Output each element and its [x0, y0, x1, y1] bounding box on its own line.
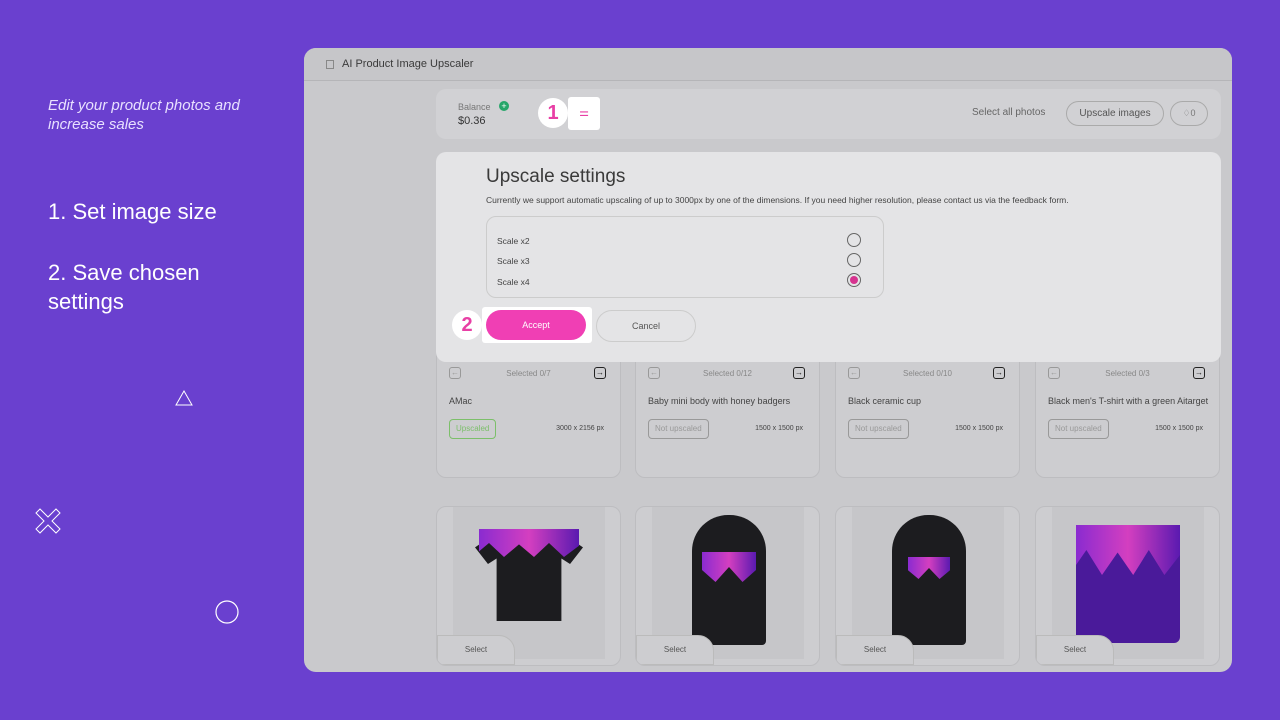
cancel-button[interactable]: Cancel	[596, 310, 696, 342]
app-window: AI Product Image Upscaler Balance + $0.3…	[304, 48, 1232, 672]
scale-options: Scale x2 Scale x3 Scale x4	[486, 216, 884, 298]
status-badge: Upscaled	[449, 419, 497, 439]
notifications-count: 0	[1190, 108, 1196, 118]
app-title: AI Product Image Upscaler	[342, 58, 474, 70]
arrow-right-icon[interactable]: →	[594, 367, 606, 379]
image-card[interactable]: Select	[436, 506, 621, 666]
image-size: 3000 x 2156 px	[556, 425, 604, 432]
product-name: Black ceramic cup	[848, 396, 922, 406]
image-card[interactable]: Select	[1035, 506, 1220, 666]
radio-scale-x4[interactable]	[847, 273, 861, 287]
tagline: Edit your product photos and increase sa…	[48, 97, 240, 133]
product-name: Black men's T-shirt with a green Aitarge…	[1048, 396, 1209, 406]
product-card[interactable]: ← Selected 0/12 → Baby mini body with honey…	[635, 344, 820, 478]
arrow-right-icon[interactable]: →	[793, 367, 805, 379]
image-card[interactable]: Select	[835, 506, 1020, 666]
option-scale-x2-label: Scale x2	[497, 236, 530, 246]
balance-value: $0.36	[458, 115, 486, 127]
accept-button[interactable]: Accept	[486, 310, 586, 340]
image-size: 1500 x 1500 px	[755, 425, 803, 432]
image-size: 1500 x 1500 px	[955, 425, 1003, 432]
notifications-button[interactable]: ♢0	[1170, 101, 1208, 126]
option-scale-x4-label: Scale x4	[497, 277, 530, 287]
circle-decoration-icon	[215, 600, 239, 624]
settings-sliders-icon[interactable]: ⚌	[568, 97, 600, 130]
image-card[interactable]: Select	[635, 506, 820, 666]
triangle-decoration-icon	[175, 390, 193, 406]
upscale-images-button[interactable]: Upscale images	[1066, 101, 1164, 126]
radio-scale-x3[interactable]	[847, 253, 861, 267]
arrow-right-icon[interactable]: →	[993, 367, 1005, 379]
app-icon	[326, 59, 334, 69]
status-badge: Not upscaled	[1048, 419, 1109, 439]
product-name: Baby mini body with honey badgers	[648, 396, 791, 406]
accept-highlight: Accept	[482, 307, 592, 343]
modal-title: Upscale settings	[486, 166, 626, 187]
option-scale-x3-label: Scale x3	[497, 256, 530, 266]
arrow-right-icon[interactable]: →	[1193, 367, 1205, 379]
select-all-photos-link[interactable]: Select all photos	[972, 107, 1045, 118]
balance-label: Balance	[458, 102, 491, 112]
select-button[interactable]: Select	[1036, 635, 1114, 665]
callout-2: 2	[452, 310, 482, 340]
selected-count: Selected 0/12	[703, 369, 752, 378]
status-badge: Not upscaled	[848, 419, 909, 439]
cross-decoration-icon	[35, 508, 61, 534]
select-button[interactable]: Select	[636, 635, 714, 665]
bell-icon: ♢	[1182, 108, 1191, 118]
radio-scale-x2[interactable]	[847, 233, 861, 247]
product-card[interactable]: ← Selected 0/3 → Black men's T-shirt with a…	[1035, 344, 1220, 478]
selected-count: Selected 0/3	[1105, 369, 1150, 378]
title-bar: AI Product Image Upscaler	[304, 48, 1232, 81]
select-button[interactable]: Select	[437, 635, 515, 665]
product-card[interactable]: ← Selected 0/10 → Black ceramic cup Not upsc…	[835, 344, 1020, 478]
status-badge: Not upscaled	[648, 419, 709, 439]
toolbar: Balance + $0.36 1 ⚌ Select all photos Up…	[436, 89, 1221, 139]
upscale-settings-modal: Upscale settings Currently we support au…	[436, 152, 1221, 362]
selected-count: Selected 0/7	[506, 369, 551, 378]
step-2: 2. Save chosen settings	[48, 260, 200, 314]
product-name: AMac	[449, 396, 473, 406]
callout-1: 1	[538, 98, 568, 128]
modal-description: Currently we support automatic upscaling…	[486, 195, 1069, 205]
select-button[interactable]: Select	[836, 635, 914, 665]
plus-icon[interactable]: +	[499, 101, 509, 111]
selected-count: Selected 0/10	[903, 369, 952, 378]
image-size: 1500 x 1500 px	[1155, 425, 1203, 432]
step-1: 1. Set image size	[48, 199, 217, 224]
product-card[interactable]: ← Selected 0/7 → AMac Upscaled 3000 x 2156 px	[436, 344, 621, 478]
